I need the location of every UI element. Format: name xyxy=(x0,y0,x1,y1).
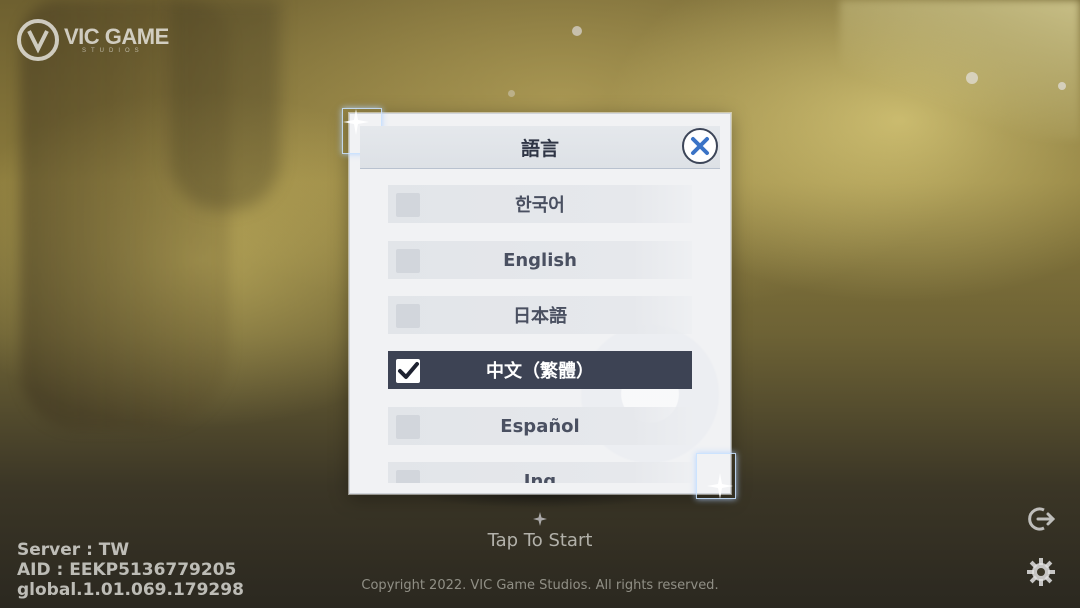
background-orb xyxy=(508,90,515,97)
language-label: English xyxy=(503,249,577,271)
language-option-japanese[interactable]: 日本語 xyxy=(388,296,692,334)
language-dialog: 語言 한국어 English 日本語 中文（繁體） Español Ing xyxy=(342,108,736,499)
server-label: Server : TW xyxy=(17,540,130,560)
language-label: 日本語 xyxy=(513,306,567,327)
checkbox[interactable] xyxy=(396,249,420,273)
language-list[interactable]: 한국어 English 日本語 中文（繁體） Español Ing xyxy=(388,185,692,483)
logout-icon xyxy=(1028,507,1056,531)
sparkle-icon xyxy=(533,512,547,526)
checkbox[interactable] xyxy=(396,304,420,328)
vic-game-logo: VIC GAME STUDIOS xyxy=(16,18,169,62)
vic-logo-icon xyxy=(17,19,59,61)
language-option-english[interactable]: English xyxy=(388,241,692,279)
close-button[interactable] xyxy=(682,128,718,164)
dialog-title: 語言 xyxy=(520,137,559,160)
language-option-korean[interactable]: 한국어 xyxy=(388,185,692,223)
language-option-indonesian[interactable]: Ing xyxy=(388,462,692,483)
checkbox-checked[interactable] xyxy=(396,359,420,383)
settings-button[interactable] xyxy=(1025,556,1057,588)
logout-button[interactable] xyxy=(1025,503,1057,535)
language-option-chinese-traditional[interactable]: 中文（繁體） xyxy=(388,351,692,389)
sparkle-icon xyxy=(707,473,733,499)
language-label: 中文（繁體） xyxy=(486,361,594,382)
background-character-detail xyxy=(170,0,280,210)
language-label: 한국어 xyxy=(515,195,565,216)
checkmark-icon xyxy=(398,362,419,379)
dialog-header: 語言 xyxy=(360,126,720,169)
close-icon xyxy=(691,137,709,155)
checkbox[interactable] xyxy=(396,415,420,439)
checkbox[interactable] xyxy=(396,193,420,217)
background-orb xyxy=(572,26,582,36)
brand-name: VIC GAME xyxy=(64,24,169,49)
background-light xyxy=(840,0,1080,140)
background-orb xyxy=(966,72,978,84)
language-label: Ing xyxy=(523,470,557,484)
copyright-text: Copyright 2022. VIC Game Studios. All ri… xyxy=(361,578,719,593)
language-label: Español xyxy=(500,415,580,437)
language-option-spanish[interactable]: Español xyxy=(388,407,692,445)
gear-icon xyxy=(1027,558,1055,586)
background-orb xyxy=(1058,82,1066,90)
checkbox[interactable] xyxy=(396,470,420,483)
aid-label: AID : EEKP5136779205 xyxy=(17,560,237,580)
